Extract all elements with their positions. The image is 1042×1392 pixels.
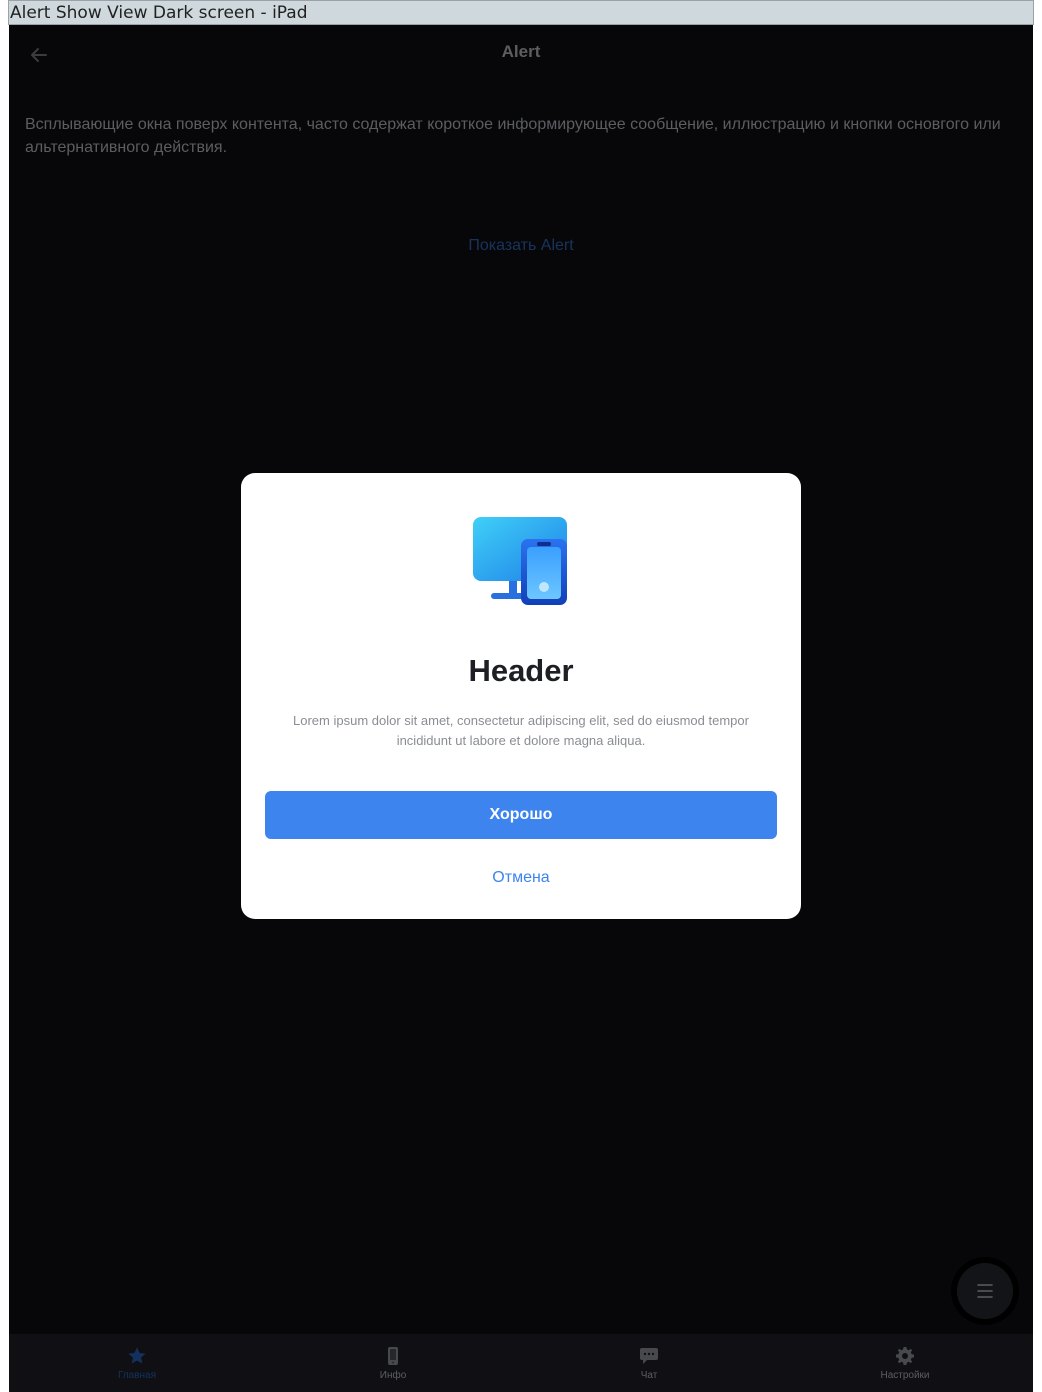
ok-button[interactable]: Хорошо (265, 791, 777, 839)
alert-dialog: Header Lorem ipsum dolor sit amet, conse… (241, 473, 801, 919)
app-screen: Alert Всплывающие окна поверх контента, … (9, 25, 1033, 1392)
dialog-title: Header (468, 653, 574, 688)
devices-icon (473, 517, 567, 605)
dialog-body: Lorem ipsum dolor sit amet, consectetur … (293, 713, 749, 748)
frame-title: Alert Show View Dark screen - iPad (8, 0, 1034, 25)
cancel-button[interactable]: Отмена (241, 869, 801, 887)
